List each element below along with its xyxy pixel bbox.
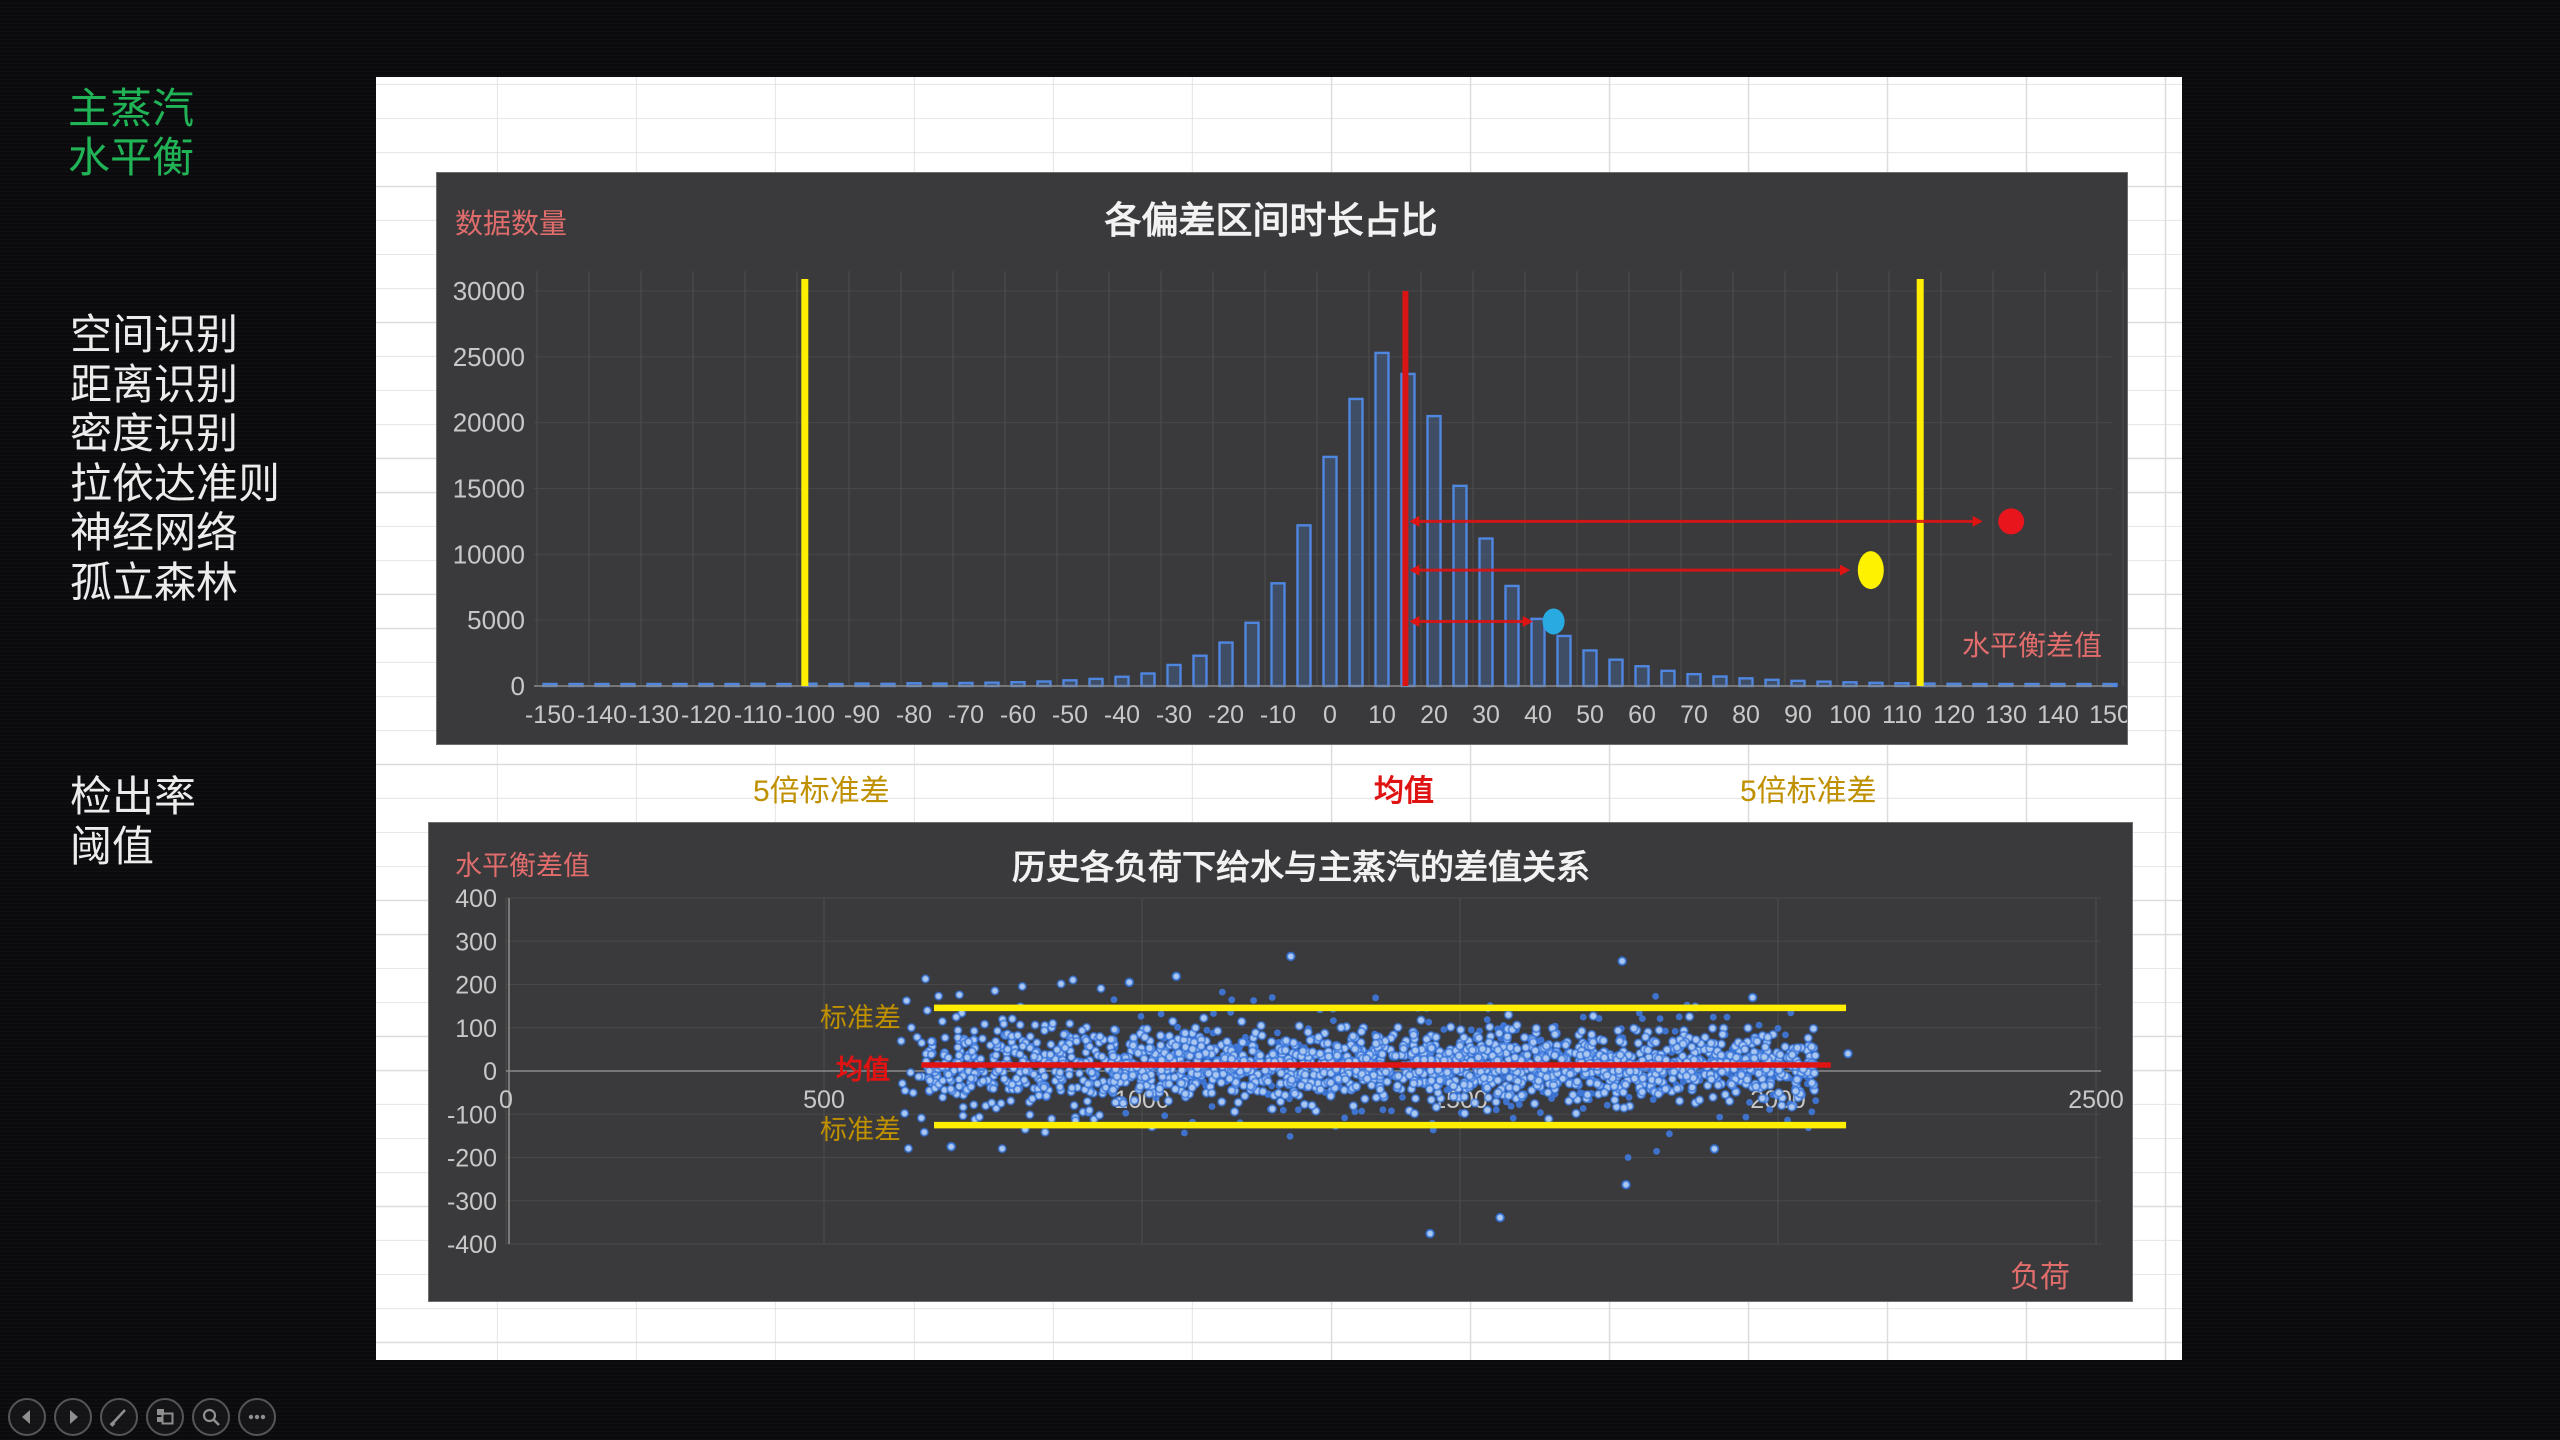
x-tick-label: 110 [1882, 701, 1922, 729]
x-tick-label: 120 [1933, 701, 1975, 729]
x-tick-label: 10 [1368, 701, 1396, 729]
previous-slide-button[interactable] [8, 1398, 46, 1436]
x-tick-label: -130 [629, 701, 679, 729]
pen-button[interactable] [100, 1398, 138, 1436]
y-tick-label: 20000 [453, 408, 525, 438]
more-options-button[interactable] [238, 1398, 276, 1436]
more-options-icon [246, 1406, 268, 1428]
red-dot-marker [1998, 508, 2024, 534]
metric-list: 检出率 阈值 [70, 772, 196, 872]
mean-label: 均值 [1358, 766, 1450, 810]
x-tick-label: -80 [896, 701, 932, 729]
x-tick-label: -110 [734, 701, 782, 729]
histogram-chart[interactable]: 050001000015000200002500030000-150-140-1… [436, 172, 2128, 745]
x-tick-label: -90 [844, 701, 880, 729]
method-item: 神经网络 [70, 508, 280, 558]
y-tick-label: 30000 [453, 276, 525, 306]
x-tick-label: 30 [1472, 701, 1500, 729]
y-tick-label: 0 [483, 1058, 497, 1086]
yellow-ellipse-marker [1858, 551, 1884, 589]
x-tick-label: -20 [1208, 701, 1244, 729]
method-list: 空间识别 距离识别 密度识别 拉依达准则 神经网络 孤立森林 [70, 310, 280, 607]
y-tick-label: 400 [455, 885, 497, 913]
x-tick-label: -100 [785, 701, 835, 729]
see-all-slides-icon [154, 1406, 176, 1428]
histogram-title: 各偏差区间时长占比 [836, 190, 1706, 244]
histogram-svg: 050001000015000200002500030000-150-140-1… [437, 173, 2127, 744]
x-tick-label: 140 [2037, 701, 2079, 729]
y-tick-label: 10000 [453, 539, 525, 569]
x-tick-label: 40 [1524, 701, 1552, 729]
pen-icon [108, 1406, 130, 1428]
zoom-button[interactable] [192, 1398, 230, 1436]
lower-5sigma-label: 5倍标准差 [753, 766, 890, 810]
y-tick-label: 15000 [453, 474, 525, 504]
scatter-y-axis-note: 水平衡差值 [455, 844, 590, 883]
method-item: 拉依达准则 [70, 459, 280, 509]
metric-item: 检出率 [70, 772, 196, 822]
x-tick-label: -140 [577, 701, 627, 729]
histogram-x-axis-note: 水平衡差值 [1962, 624, 2102, 664]
x-tick-label: 0 [499, 1086, 513, 1114]
blue-dot-marker [1543, 608, 1565, 634]
upper-5sigma-label: 5倍标准差 [1740, 766, 1877, 810]
presenter-controls [8, 1398, 276, 1436]
y-tick-label: -400 [447, 1231, 497, 1259]
scatter-chart[interactable]: -400-300-200-100010020030040005001000150… [428, 822, 2133, 1302]
x-tick-label: -40 [1104, 701, 1140, 729]
scatter-mean-label: 均值 [836, 1048, 890, 1087]
x-tick-label: 20 [1420, 701, 1448, 729]
scatter-title: 历史各负荷下给水与主蒸汽的差值关系 [866, 840, 1736, 889]
histogram-y-axis-note: 数据数量 [455, 202, 567, 242]
previous-slide-icon [17, 1407, 37, 1427]
x-tick-label: -60 [1000, 701, 1036, 729]
presentation-slide: { "slide": { "left_notes": { "title_line… [0, 0, 2560, 1440]
y-tick-label: 0 [511, 671, 525, 701]
x-tick-label: -10 [1260, 701, 1296, 729]
x-tick-label: 100 [1829, 701, 1871, 729]
x-tick-label: -70 [948, 701, 984, 729]
method-item: 距离识别 [70, 360, 280, 410]
y-tick-label: 200 [455, 972, 497, 1000]
method-item: 密度识别 [70, 409, 280, 459]
y-tick-label: -100 [447, 1101, 497, 1129]
x-tick-label: -150 [525, 701, 575, 729]
slide-title-line1: 主蒸汽 [68, 84, 194, 133]
x-tick-label: -30 [1156, 701, 1192, 729]
x-tick-label: 2500 [2068, 1086, 2124, 1114]
method-item: 空间识别 [70, 310, 280, 360]
x-tick-label: 130 [1985, 701, 2027, 729]
next-slide-button[interactable] [54, 1398, 92, 1436]
zoom-icon [200, 1406, 222, 1428]
y-tick-label: -200 [447, 1145, 497, 1173]
slide-title: 主蒸汽 水平衡 [68, 84, 194, 182]
scatter-x-axis-note: 负荷 [2010, 1252, 2070, 1296]
x-tick-label: 80 [1732, 701, 1760, 729]
y-tick-label: -300 [447, 1188, 497, 1216]
scatter-points [898, 953, 1852, 1238]
y-tick-label: 100 [455, 1015, 497, 1043]
x-tick-label: 150 [2089, 701, 2127, 729]
scatter-svg: -400-300-200-100010020030040005001000150… [429, 823, 2132, 1301]
slide-title-line2: 水平衡 [68, 133, 194, 182]
lower-std-label: 标准差 [820, 1108, 901, 1147]
x-tick-label: 70 [1680, 701, 1708, 729]
y-tick-label: 300 [455, 928, 497, 956]
x-tick-label: 60 [1628, 701, 1656, 729]
x-tick-label: -120 [681, 701, 731, 729]
x-tick-label: 50 [1576, 701, 1604, 729]
method-item: 孤立森林 [70, 558, 280, 608]
x-tick-label: 0 [1323, 701, 1337, 729]
x-tick-label: 90 [1784, 701, 1812, 729]
histogram-bars [544, 353, 2117, 686]
metric-item: 阈值 [70, 822, 196, 872]
x-tick-label: -50 [1052, 701, 1088, 729]
y-tick-label: 25000 [453, 342, 525, 372]
see-all-slides-button[interactable] [146, 1398, 184, 1436]
next-slide-icon [63, 1407, 83, 1427]
upper-std-label: 标准差 [820, 996, 901, 1035]
y-tick-label: 5000 [467, 605, 525, 635]
